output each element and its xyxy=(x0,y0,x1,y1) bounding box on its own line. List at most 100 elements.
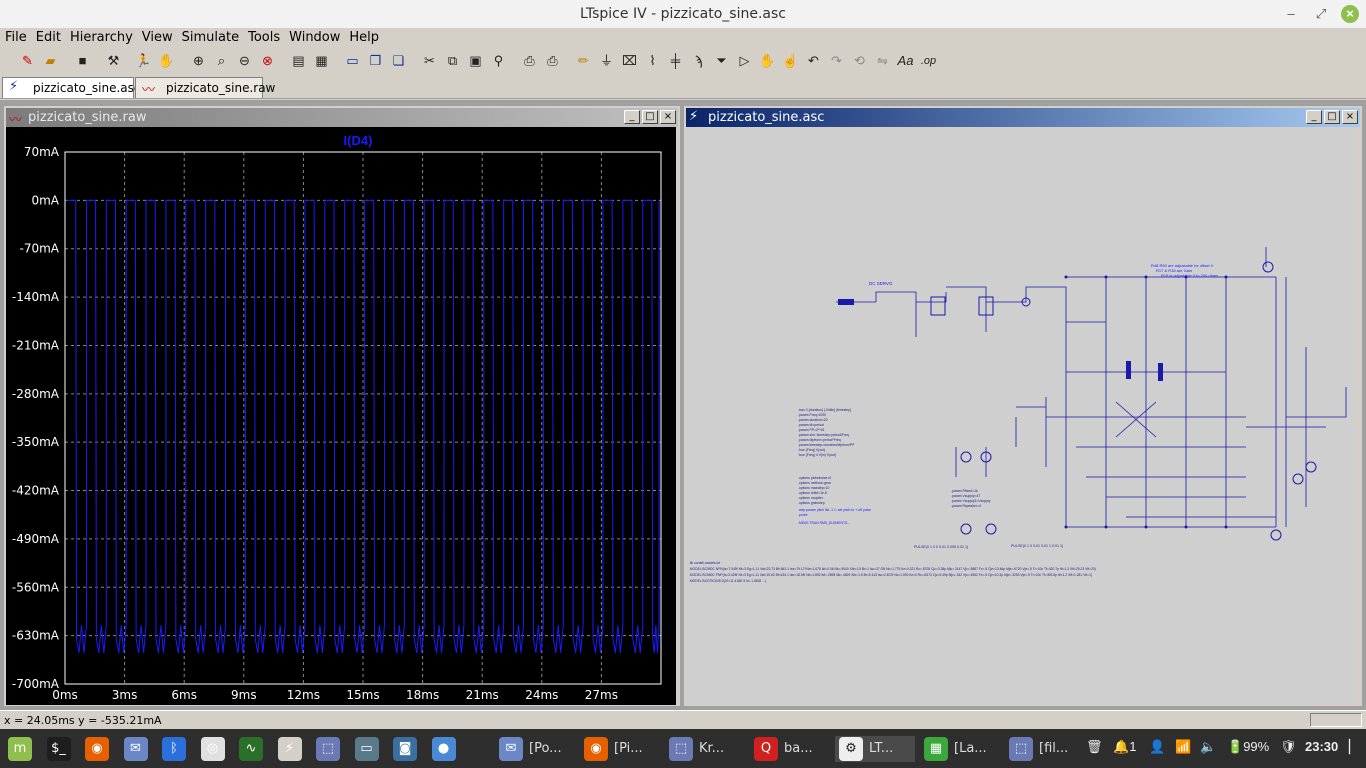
fit-icon[interactable]: ▦ xyxy=(311,51,332,71)
trace-label[interactable]: I(D4) xyxy=(344,133,373,148)
tab-waveform[interactable]: 〰 pizzicato_sine.raw xyxy=(135,77,275,98)
wifi-icon[interactable]: 📶 xyxy=(1175,739,1191,755)
undo-icon[interactable]: ↶ xyxy=(803,51,824,71)
run-icon[interactable]: 🏃 xyxy=(133,51,154,71)
x-tick-label: 0ms xyxy=(52,688,78,702)
waveform-plot[interactable]: I(D4) 70mA 0mA -70mA -140mA -210mA -280mA -350… xyxy=(6,127,676,705)
firefox-icon[interactable]: ◉ xyxy=(85,736,109,762)
sysmon-icon[interactable]: ∿ xyxy=(239,736,263,762)
open-icon[interactable]: ▰ xyxy=(40,51,61,71)
print-icon[interactable]: ⎙ xyxy=(542,51,563,71)
waveform-window[interactable]: 〰 pizzicato_sine.raw _ □ × I(D4) 70mA 0mA… xyxy=(4,106,680,706)
zoom-cancel-icon[interactable]: ⊗ xyxy=(257,51,278,71)
taskbar-window-button[interactable]: ◉ [Pi... xyxy=(580,736,660,762)
menu-view[interactable]: View xyxy=(137,29,177,45)
label-icon[interactable]: ⌧ xyxy=(619,51,640,71)
menu-hierarchy[interactable]: Hierarchy xyxy=(65,29,137,45)
rotate-icon[interactable]: ⟲ xyxy=(849,51,870,71)
plot-pane[interactable]: I(D4) 70mA 0mA -70mA -140mA -210mA -280mA -350… xyxy=(6,127,676,705)
halt-icon[interactable]: ✋ xyxy=(156,51,177,71)
paste-icon[interactable]: ▣ xyxy=(465,51,486,71)
show-desktop-button[interactable]: ▏ xyxy=(1349,739,1359,755)
tab-schematic[interactable]: ⚡ pizzicato_sine.asc xyxy=(2,77,140,98)
mail-icon[interactable]: ✉ xyxy=(123,736,148,762)
shield-icon[interactable]: 🛡 xyxy=(1280,739,1297,755)
menu-window[interactable]: Window xyxy=(284,29,344,45)
cursor-icon[interactable]: ⬚ xyxy=(316,736,340,762)
svg-text:.param Vsupply=47: .param Vsupply=47 xyxy=(951,494,980,498)
cascade-icon[interactable]: ❐ xyxy=(365,51,386,71)
schematic-drawing[interactable]: R48 R50 are adjustable for offset V R17 … xyxy=(686,127,1356,704)
cut-icon[interactable]: ✂ xyxy=(419,51,440,71)
ltspice-icon[interactable]: ⚡ xyxy=(277,736,302,762)
close-button[interactable]: × xyxy=(660,110,676,124)
minimize-button[interactable]: _ xyxy=(624,110,640,124)
print-setup-icon[interactable]: ⎙ xyxy=(519,51,540,71)
maximize-button[interactable]: □ xyxy=(642,110,658,124)
menu-edit[interactable]: Edit xyxy=(31,29,65,45)
taskbar-window-button[interactable]: ⬚ Kr... xyxy=(665,736,745,762)
control-panel-icon[interactable]: ⚒ xyxy=(103,51,124,71)
close-all-icon[interactable]: ❏ xyxy=(388,51,409,71)
minimize-button[interactable]: – xyxy=(1282,5,1300,23)
move-icon[interactable]: ✋ xyxy=(757,51,778,71)
waveform-icon: 〰 xyxy=(9,113,23,128)
zoom-out-icon[interactable]: ⊖ xyxy=(234,51,255,71)
new-schematic-icon[interactable]: ✎ xyxy=(17,51,38,71)
trash-icon[interactable]: 🗑 xyxy=(1086,739,1103,755)
taskbar: m $_ ◉ ✉ ᛒ ◎ ∿ ⚡ ⬚ ▭ ◙ ● ✉ [Po... ◉ [Pi... ⬚ Kr... Qba...… xyxy=(0,729,1366,768)
user-icon[interactable]: 👤 xyxy=(1149,739,1165,755)
taskbar-window-button[interactable]: ▦ [La... xyxy=(920,736,1000,762)
maximize-button[interactable]: □ xyxy=(1324,110,1340,124)
terminal-icon[interactable]: $_ xyxy=(46,736,71,762)
schematic-window-titlebar[interactable]: ⚡ pizzicato_sine.asc _ □ × xyxy=(686,108,1360,127)
params-mid: .param Rfixed=1k .param Vsupply=47 .para… xyxy=(951,489,991,508)
menu-tools[interactable]: Tools xyxy=(243,29,284,45)
notification-icon[interactable]: 🔔1 xyxy=(1113,739,1136,755)
wire-icon[interactable]: ✏ xyxy=(573,51,594,71)
volume-icon[interactable]: 🔈 xyxy=(1200,739,1216,755)
chrome-icon[interactable]: ◎ xyxy=(200,736,225,762)
window-icon[interactable]: ▭ xyxy=(354,736,379,762)
schematic-window[interactable]: ⚡ pizzicato_sine.asc _ □ × R48 R50 are a… xyxy=(684,106,1362,706)
find-icon[interactable]: ⚲ xyxy=(488,51,509,71)
taskbar-window-button[interactable]: ⚙ LT... xyxy=(835,736,915,762)
copy-icon[interactable]: ⧉ xyxy=(442,51,463,71)
taskbar-window-button[interactable]: ⬚ [fil... xyxy=(1005,736,1085,762)
resistor-icon[interactable]: ⌇ xyxy=(642,51,663,71)
camera-icon[interactable]: ◙ xyxy=(393,736,417,762)
taskbar-window-button[interactable]: Qba... xyxy=(750,736,830,762)
component-icon[interactable]: ▷ xyxy=(734,51,755,71)
mirror-icon[interactable]: ⇋ xyxy=(872,51,893,71)
minimize-button[interactable]: _ xyxy=(1306,110,1322,124)
autorange-icon[interactable]: ▤ xyxy=(288,51,309,71)
save-icon[interactable]: ■ xyxy=(72,51,93,71)
close-button[interactable]: × xyxy=(1342,110,1358,124)
capacitor-icon[interactable]: ╪ xyxy=(665,51,686,71)
close-button[interactable]: × xyxy=(1341,5,1359,23)
inductor-icon[interactable]: ϡ xyxy=(688,51,709,71)
spice-directive-icon[interactable]: .op xyxy=(918,51,939,71)
taskbar-window-button[interactable]: ✉ [Po... xyxy=(495,736,575,762)
text-icon[interactable]: Aa xyxy=(895,51,916,71)
taskbar-window-label: LT... xyxy=(869,741,894,756)
zoom-in-icon[interactable]: ⊕ xyxy=(188,51,209,71)
schematic-canvas[interactable]: R48 R50 are adjustable for offset V R17 … xyxy=(686,127,1356,704)
mdi-area: 〰 pizzicato_sine.raw _ □ × I(D4) 70mA 0mA… xyxy=(0,100,1366,710)
restore-button[interactable]: ⤢ xyxy=(1312,5,1330,23)
redo-icon[interactable]: ↷ xyxy=(826,51,847,71)
menu-simulate[interactable]: Simulate xyxy=(177,29,243,45)
menu-file[interactable]: File xyxy=(0,29,31,45)
diode-icon[interactable]: ⏷ xyxy=(711,51,732,71)
mint-menu-icon[interactable]: m xyxy=(8,736,32,762)
ground-icon[interactable]: ⏚ xyxy=(596,51,617,71)
bluetooth-icon[interactable]: ᛒ xyxy=(162,736,186,762)
battery-icon[interactable]: 🔋99% xyxy=(1227,739,1269,755)
zoom-pan-icon[interactable]: ⌕ xyxy=(211,51,232,71)
waveform-window-titlebar[interactable]: 〰 pizzicato_sine.raw _ □ × xyxy=(6,108,678,128)
drag-icon[interactable]: ☝ xyxy=(780,51,801,71)
menu-help[interactable]: Help xyxy=(344,29,383,45)
tile-icon[interactable]: ▭ xyxy=(342,51,363,71)
clock[interactable]: 23:30 xyxy=(1305,739,1338,754)
bubble-icon[interactable]: ● xyxy=(431,736,456,762)
